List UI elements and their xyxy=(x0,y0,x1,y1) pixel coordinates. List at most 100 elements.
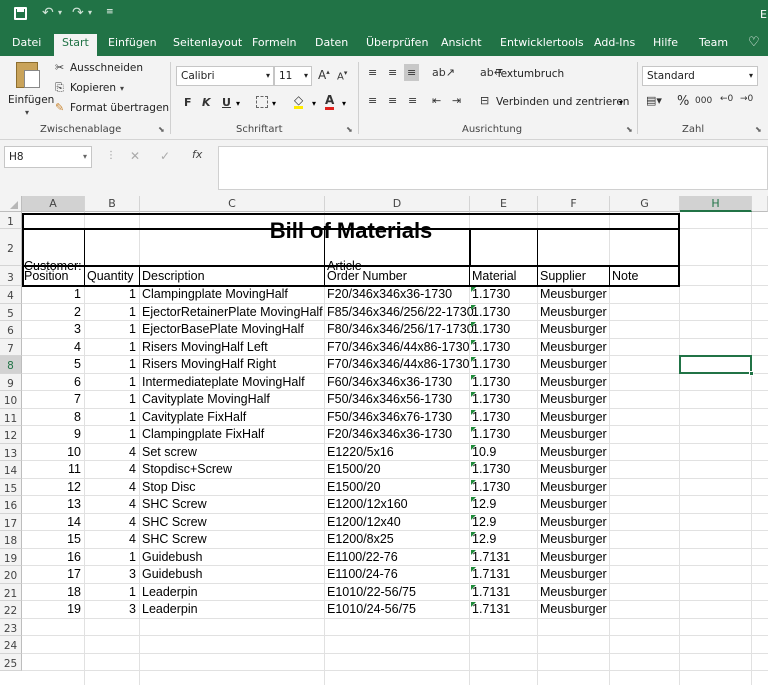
clipboard-launcher-icon[interactable]: ⬊ xyxy=(158,125,165,134)
lightbulb-icon[interactable]: ♡ xyxy=(748,35,760,50)
row-header-24[interactable]: 24 xyxy=(0,636,22,654)
align-top-icon[interactable]: ≡ xyxy=(368,66,377,79)
tab-einfuegen[interactable]: Einfügen xyxy=(100,34,165,56)
font-launcher-icon[interactable]: ⬊ xyxy=(346,125,353,134)
font-color-icon[interactable]: A xyxy=(325,94,335,110)
orientation-icon[interactable]: ab↗ xyxy=(432,66,455,79)
row-header-4[interactable]: 4 xyxy=(0,286,22,304)
row-header-18[interactable]: 18 xyxy=(0,531,22,549)
row-header-25[interactable]: 25 xyxy=(0,653,22,671)
decrease-font-icon[interactable]: A▾ xyxy=(337,69,347,82)
row-header-17[interactable]: 17 xyxy=(0,513,22,531)
row-header-2[interactable]: 2 xyxy=(0,229,22,266)
row-header-14[interactable]: 14 xyxy=(0,461,22,479)
tab-formeln[interactable]: Formeln xyxy=(244,34,305,56)
paste-dropdown-icon[interactable]: ▾ xyxy=(25,108,29,117)
column-header-c[interactable]: C xyxy=(140,196,325,212)
tab-daten[interactable]: Daten xyxy=(307,34,356,56)
copy-button[interactable]: Kopieren xyxy=(70,82,116,94)
cut-button[interactable]: Ausschneiden xyxy=(70,62,143,74)
row-header-15[interactable]: 15 xyxy=(0,478,22,496)
formula-input[interactable] xyxy=(218,146,768,190)
bold-button[interactable]: F xyxy=(184,96,192,109)
cancel-icon[interactable]: ✕ xyxy=(130,149,140,163)
font-name-select[interactable]: Calibri ▾ xyxy=(176,66,274,86)
row-header-23[interactable]: 23 xyxy=(0,618,22,636)
row-header-11[interactable]: 11 xyxy=(0,408,22,426)
tab-seitenlayout[interactable]: Seitenlayout xyxy=(165,34,250,56)
currency-icon[interactable]: ▤▾ xyxy=(646,94,662,107)
percent-button[interactable]: % xyxy=(677,94,689,109)
tab-ansicht[interactable]: Ansicht xyxy=(433,34,490,56)
underline-dropdown-icon[interactable]: ▾ xyxy=(236,99,240,108)
row-header-16[interactable]: 16 xyxy=(0,496,22,514)
redo-dropdown-icon[interactable]: ▾ xyxy=(88,8,92,17)
wrap-text-button[interactable]: Textumbruch xyxy=(496,68,564,80)
border-icon[interactable] xyxy=(256,96,268,108)
merge-center-button[interactable]: Verbinden und zentrieren xyxy=(496,96,629,108)
increase-font-icon[interactable]: A▴ xyxy=(318,68,330,82)
thousands-separator-button[interactable]: 000 xyxy=(695,96,712,106)
name-box[interactable]: H8 ▾ xyxy=(4,146,92,168)
increase-decimal-icon[interactable]: ←0 xyxy=(720,94,733,104)
customize-quick-access-icon[interactable]: ≡ xyxy=(106,7,114,17)
align-center-icon[interactable]: ≡ xyxy=(388,94,397,107)
font-color-dropdown-icon[interactable]: ▾ xyxy=(342,99,346,108)
tab-team[interactable]: Team xyxy=(691,34,736,56)
row-header-12[interactable]: 12 xyxy=(0,426,22,444)
fill-handle[interactable] xyxy=(749,370,754,376)
column-header-h[interactable]: H xyxy=(680,196,752,212)
selected-cell-h8[interactable] xyxy=(679,355,752,374)
tab-add-ins[interactable]: Add-Ins xyxy=(586,34,643,56)
insert-function-button[interactable]: fx xyxy=(192,148,202,161)
row-header-6[interactable]: 6 xyxy=(0,321,22,339)
fill-color-icon[interactable]: ◇ xyxy=(294,94,304,109)
redo-icon[interactable]: ↷ xyxy=(72,5,84,21)
enter-icon[interactable]: ✓ xyxy=(160,149,170,163)
undo-dropdown-icon[interactable]: ▾ xyxy=(58,8,62,17)
row-header-21[interactable]: 21 xyxy=(0,583,22,601)
merge-dropdown-icon[interactable]: ▾ xyxy=(619,98,623,107)
row-header-10[interactable]: 10 xyxy=(0,391,22,409)
italic-button[interactable]: K xyxy=(202,96,211,109)
row-header-9[interactable]: 9 xyxy=(0,373,22,391)
column-header-g[interactable]: G xyxy=(610,196,680,212)
row-header-5[interactable]: 5 xyxy=(0,303,22,321)
row-header-7[interactable]: 7 xyxy=(0,338,22,356)
formula-bar-grip[interactable]: ⋮ xyxy=(106,150,116,161)
underline-button[interactable]: U xyxy=(222,96,231,109)
number-format-select[interactable]: Standard ▾ xyxy=(642,66,758,86)
column-header-d[interactable]: D xyxy=(325,196,470,212)
row-header-22[interactable]: 22 xyxy=(0,601,22,619)
font-size-select[interactable]: 11 ▾ xyxy=(274,66,312,86)
column-header-a[interactable]: A xyxy=(22,196,85,212)
row-header-19[interactable]: 19 xyxy=(0,548,22,566)
tab-start[interactable]: Start xyxy=(54,34,97,56)
row-header-20[interactable]: 20 xyxy=(0,566,22,584)
align-bottom-icon[interactable]: ≡ xyxy=(404,64,420,81)
alignment-launcher-icon[interactable]: ⬊ xyxy=(626,125,633,134)
column-header-f[interactable]: F xyxy=(538,196,610,212)
decrease-indent-icon[interactable]: ⇤ xyxy=(432,94,441,107)
row-header-8[interactable]: 8 xyxy=(0,356,22,374)
row-header-3[interactable]: 3 xyxy=(0,266,22,286)
align-middle-icon[interactable]: ≡ xyxy=(388,66,397,79)
tab-entwicklertools[interactable]: Entwicklertools xyxy=(492,34,592,56)
number-launcher-icon[interactable]: ⬊ xyxy=(755,125,762,134)
undo-icon[interactable]: ↶ xyxy=(42,5,54,21)
format-painter-button[interactable]: Format übertragen xyxy=(70,102,169,114)
increase-indent-icon[interactable]: ⇥ xyxy=(452,94,461,107)
column-header-b[interactable]: B xyxy=(85,196,140,212)
paste-button[interactable]: Einfügen ▾ xyxy=(6,60,54,118)
row-header-1[interactable]: 1 xyxy=(0,212,22,229)
column-header-e[interactable]: E xyxy=(470,196,538,212)
row-header-13[interactable]: 13 xyxy=(0,443,22,461)
tab-ueberpruefen[interactable]: Überprüfen xyxy=(358,34,436,56)
align-left-icon[interactable]: ≡ xyxy=(368,94,377,107)
align-right-icon[interactable]: ≡ xyxy=(408,94,417,107)
tab-datei[interactable]: Datei xyxy=(4,34,49,56)
fill-dropdown-icon[interactable]: ▾ xyxy=(312,99,316,108)
tab-hilfe[interactable]: Hilfe xyxy=(645,34,686,56)
border-dropdown-icon[interactable]: ▾ xyxy=(272,99,276,108)
decrease-decimal-icon[interactable]: →0 xyxy=(740,94,753,104)
